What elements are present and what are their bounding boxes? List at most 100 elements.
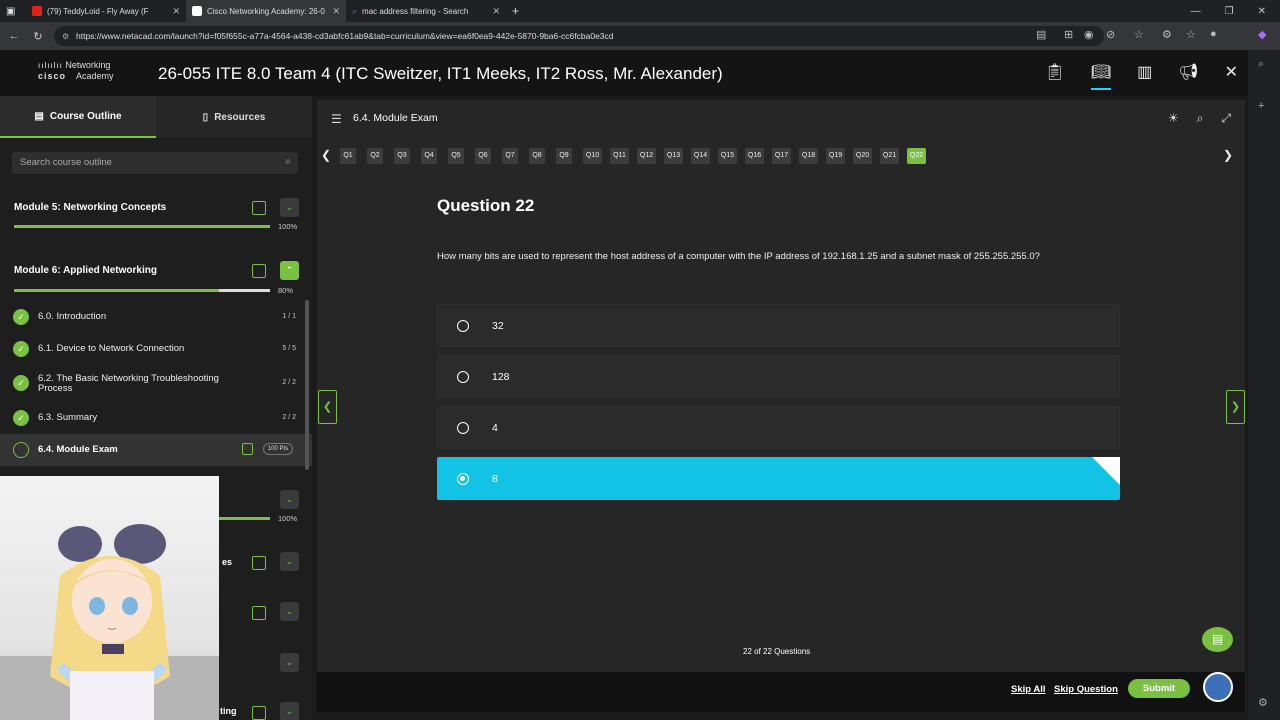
clipboard-icon[interactable]: ▤ — [1202, 627, 1233, 652]
question-button[interactable]: Q19 — [826, 148, 845, 164]
clipboard-icon[interactable] — [252, 606, 266, 620]
question-button[interactable]: Q16 — [745, 148, 764, 164]
browser-tab-netacad[interactable]: Cisco Networking Academy: 26-0 ✕ — [186, 0, 346, 22]
tab-course-outline[interactable]: ▤ Course Outline — [0, 96, 156, 138]
clipboard-icon[interactable] — [252, 264, 266, 278]
book-icon[interactable]: 📖︎ — [1090, 62, 1112, 90]
search-icon[interactable]: ⌕ — [285, 156, 291, 167]
avatar[interactable] — [1203, 672, 1233, 702]
sidebar-toggle-icon[interactable]: ▣ — [0, 0, 26, 22]
question-button[interactable]: Q9 — [556, 148, 572, 164]
brightness-icon[interactable]: ☀ — [1168, 111, 1179, 126]
chevron-left-icon[interactable]: ❮ — [321, 148, 331, 162]
bookmark-star-icon[interactable]: ☆ — [1134, 28, 1144, 41]
search-icon[interactable]: ⌕ — [1197, 111, 1204, 126]
settings-icon[interactable]: ⚙ — [1258, 696, 1268, 709]
clipboard-icon[interactable] — [252, 201, 266, 215]
lesson-item[interactable]: ✓ 6.2. The Basic Networking Troubleshoot… — [0, 367, 312, 401]
previous-question-button[interactable]: ❮ — [318, 390, 337, 424]
skip-question-button[interactable]: Skip Question — [1054, 684, 1118, 695]
question-button[interactable]: Q17 — [772, 148, 791, 164]
favorites-icon[interactable]: ☆ — [1186, 28, 1196, 41]
clipboard-icon[interactable]: 📋︎ — [1045, 62, 1065, 90]
menu-icon[interactable]: ☰ — [331, 112, 342, 126]
question-button[interactable]: Q20 — [853, 148, 872, 164]
tab-resources[interactable]: ▯ Resources — [156, 96, 312, 138]
close-tab-icon[interactable]: ✕ — [332, 6, 340, 17]
chevron-down-icon[interactable]: ⌄ — [280, 653, 299, 672]
close-tab-icon[interactable]: ✕ — [172, 6, 180, 17]
submit-button[interactable]: Submit — [1128, 679, 1190, 698]
question-button[interactable]: Q2 — [367, 148, 383, 164]
lesson-item[interactable]: ✓ 6.0. Introduction 1 / 1 — [0, 301, 312, 333]
next-question-button[interactable]: ❯ — [1226, 390, 1245, 424]
lesson-item[interactable]: ✓ 6.3. Summary 2 / 2 — [0, 402, 312, 434]
site-info-icon[interactable]: ⚙ — [62, 32, 69, 41]
radio-button[interactable] — [457, 371, 469, 383]
question-button[interactable]: Q15 — [718, 148, 737, 164]
chevron-down-icon[interactable]: ⌄ — [280, 198, 299, 217]
question-button[interactable]: Q14 — [691, 148, 710, 164]
extension-icon[interactable]: ▤ — [1036, 28, 1046, 41]
question-button[interactable]: Q7 — [502, 148, 518, 164]
radio-button[interactable] — [457, 320, 469, 332]
question-button[interactable]: Q13 — [664, 148, 683, 164]
module-6[interactable]: Module 6: Applied Networking ⌃ 80% — [0, 260, 312, 300]
question-button[interactable]: Q10 — [583, 148, 602, 164]
question-button[interactable]: Q21 — [880, 148, 899, 164]
sidebar-scrollbar[interactable] — [305, 300, 309, 470]
extension-icon[interactable]: ◉ — [1084, 28, 1094, 41]
browser-tab-youtube[interactable]: (79) TeddyLoid - Fly Away (F ✕ — [26, 0, 186, 22]
clipboard-icon[interactable] — [252, 556, 266, 570]
chevron-right-icon[interactable]: ❯ — [1223, 148, 1233, 162]
question-button[interactable]: Q3 — [394, 148, 410, 164]
question-button[interactable]: Q11 — [610, 148, 629, 164]
copilot-icon[interactable]: ◆ — [1258, 28, 1266, 41]
grades-icon[interactable]: ▥ — [1137, 62, 1152, 90]
chevron-down-icon[interactable]: ⌄ — [280, 490, 299, 509]
expand-icon[interactable]: ⤢ — [1221, 111, 1231, 126]
lesson-item-module-exam[interactable]: 6.4. Module Exam 100 Pts — [0, 434, 312, 466]
answer-option-selected[interactable]: 8 — [437, 457, 1120, 500]
question-button[interactable]: Q12 — [637, 148, 656, 164]
radio-button-selected[interactable] — [457, 473, 469, 485]
back-icon[interactable]: ← — [2, 30, 26, 42]
question-button[interactable]: Q18 — [799, 148, 818, 164]
close-window-icon[interactable]: ✕ — [1258, 6, 1266, 17]
skip-all-button[interactable]: Skip All — [1011, 684, 1046, 695]
clipboard-icon[interactable] — [242, 443, 253, 455]
question-button[interactable]: Q8 — [529, 148, 545, 164]
browser-tab-search[interactable]: ⌕ mac address filtering - Search ✕ — [346, 0, 506, 22]
minimize-icon[interactable]: — — [1191, 6, 1201, 17]
url-field[interactable]: ⚙ https://www.netacad.com/launch?id=f05f… — [54, 26, 1104, 46]
add-icon[interactable]: + — [1258, 100, 1264, 112]
chevron-down-icon[interactable]: ⌄ — [280, 702, 299, 720]
question-button[interactable]: Q22 — [907, 148, 926, 164]
clipboard-icon[interactable] — [252, 706, 266, 720]
profile-icon[interactable]: ● — [1210, 28, 1217, 40]
question-button[interactable]: Q1 — [340, 148, 356, 164]
extension-icon[interactable]: ⚙ — [1162, 28, 1172, 41]
close-icon[interactable]: ✕ — [1225, 62, 1238, 90]
question-button[interactable]: Q5 — [448, 148, 464, 164]
extension-icon[interactable]: ⊘ — [1106, 28, 1115, 41]
radio-button[interactable] — [457, 422, 469, 434]
extension-icon[interactable]: ⊞ — [1064, 28, 1073, 41]
netacad-logo[interactable]: ıılıılıı Networking cisco Academy — [38, 60, 114, 81]
close-tab-icon[interactable]: ✕ — [492, 6, 500, 17]
chevron-up-icon[interactable]: ⌃ — [280, 261, 299, 280]
search-outline-input[interactable]: Search course outline ⌕ — [12, 152, 298, 174]
lesson-item[interactable]: ✓ 6.1. Device to Network Connection 5 / … — [0, 333, 312, 365]
reload-icon[interactable]: ↻ — [26, 30, 50, 43]
module-5[interactable]: Module 5: Networking Concepts ⌄ 100% — [0, 196, 312, 236]
search-icon[interactable]: ⌕ — [1258, 58, 1264, 71]
question-button[interactable]: Q6 — [475, 148, 491, 164]
answer-option[interactable]: 128 — [437, 355, 1120, 398]
new-tab-button[interactable]: + — [506, 0, 525, 22]
answer-option[interactable]: 32 — [437, 304, 1120, 347]
maximize-icon[interactable]: ❐ — [1225, 6, 1234, 17]
megaphone-icon[interactable]: 📢︎ — [1178, 62, 1198, 90]
answer-option[interactable]: 4 — [437, 406, 1120, 449]
chevron-down-icon[interactable]: ⌄ — [280, 602, 299, 621]
chevron-down-icon[interactable]: ⌄ — [280, 552, 299, 571]
